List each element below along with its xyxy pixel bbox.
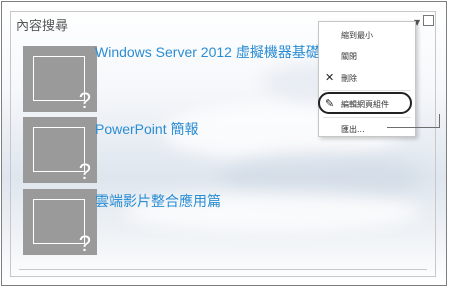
callout-line: [387, 127, 439, 129]
item-thumbnail[interactable]: ?: [23, 117, 97, 184]
menu-item-delete[interactable]: ✕ 刪除: [319, 68, 415, 88]
delete-icon: ✕: [325, 71, 335, 84]
menu-item-label: 縮到最小: [341, 31, 373, 40]
menu-separator: [323, 117, 411, 118]
menu-item-export[interactable]: 匯出...: [319, 119, 415, 139]
menu-item-label: 匯出...: [341, 125, 365, 134]
placeholder-question-icon: ?: [78, 159, 91, 184]
menu-item-label: 關閉: [341, 52, 357, 61]
placeholder-question-icon: ?: [78, 88, 91, 113]
webpart-bottom-divider: [19, 269, 427, 270]
item-title-link[interactable]: PowerPoint 簡報: [95, 119, 198, 139]
item-title-link[interactable]: 雲端影片整合應用篇: [95, 191, 221, 211]
placeholder-question-icon: ?: [78, 231, 91, 256]
thumbnail-frame: [33, 56, 85, 101]
webpart-title: 內容搜尋: [16, 19, 69, 34]
callout-line: [439, 114, 440, 128]
menu-item-minimize[interactable]: 縮到最小: [319, 25, 415, 45]
webpart-context-menu: 縮到最小 關閉 ✕ 刪除 ✎ 編輯網頁組件 匯出...: [318, 21, 416, 137]
screenshot-frame: 內容搜尋 ▼ ? Windows Server 2012 虛擬機器基礎學 ? P…: [1, 1, 447, 286]
menu-item-close[interactable]: 關閉: [319, 46, 415, 66]
webpart-select-checkbox[interactable]: [423, 15, 434, 26]
menu-item-label: 刪除: [341, 74, 357, 83]
item-title-link[interactable]: Windows Server 2012 虛擬機器基礎學: [95, 42, 319, 62]
edit-item-highlight: [318, 92, 412, 114]
thumbnail-frame: [33, 127, 85, 172]
thumbnail-frame: [33, 199, 85, 244]
item-thumbnail[interactable]: ?: [23, 189, 97, 256]
item-thumbnail[interactable]: ?: [23, 46, 97, 113]
menu-separator: [323, 90, 411, 91]
